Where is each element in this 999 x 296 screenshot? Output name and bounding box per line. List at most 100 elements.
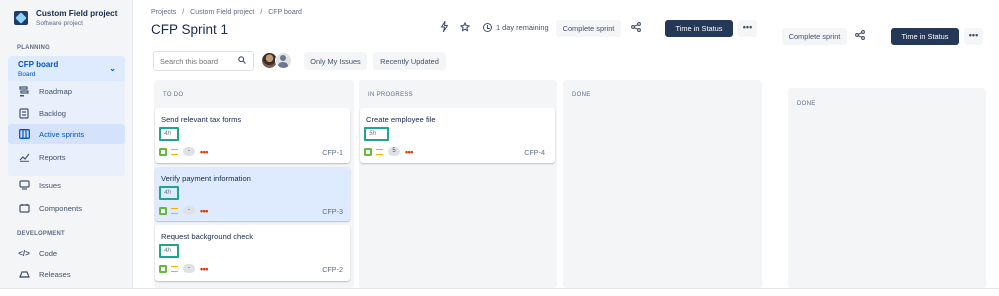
priority-medium-icon	[171, 207, 178, 214]
backlog-icon	[18, 107, 30, 119]
blocker-dots-icon: •••	[200, 205, 208, 216]
lightning-icon[interactable]	[440, 20, 449, 35]
column-title: DONE	[797, 101, 816, 107]
chevron-down-icon: ⌄	[109, 64, 116, 73]
issue-title: Create employee file	[366, 115, 436, 124]
sidebar-item-issues[interactable]: Issues	[8, 175, 125, 195]
estimate-field[interactable]: 4h	[159, 186, 179, 200]
issue-title: Send relevant tax forms	[161, 115, 242, 124]
sidebar-item-label: Reports	[39, 152, 66, 162]
column-done: DONE	[563, 80, 762, 288]
only-my-issues-filter[interactable]: Only My Issues	[304, 52, 367, 70]
project-rocket-icon	[14, 11, 28, 25]
star-icon[interactable]	[460, 21, 470, 35]
project-header[interactable]: Custom Field project Software project	[14, 9, 117, 28]
sidebar: Custom Field project Software project PL…	[0, 0, 133, 288]
more-actions-button-secondary[interactable]: •••	[964, 28, 983, 45]
breadcrumb-separator: /	[260, 9, 263, 16]
planning-section-label: PLANNING	[17, 45, 50, 51]
breadcrumb-projects[interactable]: Projects	[151, 9, 176, 16]
blocker-dots-icon: •••	[200, 263, 208, 274]
header-icons	[440, 20, 481, 35]
breadcrumb: Projects / Custom Field project / CFP bo…	[151, 9, 306, 16]
estimate-field[interactable]: 4h	[159, 244, 179, 258]
breadcrumb-board[interactable]: CFP board	[268, 9, 302, 16]
story-points-badge: -	[183, 264, 195, 273]
time-in-status-button-secondary[interactable]: Time in Status	[891, 28, 959, 45]
sidebar-item-reports[interactable]: Reports	[8, 147, 125, 167]
story-icon	[159, 147, 167, 156]
code-icon: </>	[18, 248, 30, 258]
issue-title: Verify payment information	[161, 174, 251, 183]
priority-medium-icon	[171, 265, 178, 272]
development-section-label: DEVELOPMENT	[17, 231, 65, 237]
column-title: TO DO	[163, 92, 184, 98]
column-done-secondary: DONE	[788, 88, 986, 288]
releases-icon	[18, 268, 30, 280]
bottom-divider	[0, 288, 999, 289]
remaining-text: 1 day remaining	[496, 23, 549, 32]
complete-sprint-button[interactable]: Complete sprint	[556, 20, 621, 37]
sidebar-item-active-sprints[interactable]: Active sprints	[8, 124, 125, 144]
column-title: IN PROGRESS	[368, 92, 413, 98]
search-icon	[238, 56, 246, 64]
sidebar-item-code[interactable]: </> Code	[8, 243, 125, 263]
blocker-dots-icon: •••	[200, 146, 208, 157]
sidebar-item-label: Active sprints	[39, 129, 85, 139]
more-actions-button[interactable]: •••	[738, 20, 757, 37]
issue-card[interactable]: Create employee file 5h 5 ••• CFP-4	[360, 108, 555, 163]
components-icon	[18, 202, 30, 214]
clock-icon	[483, 23, 492, 32]
sidebar-item-label: Components	[39, 203, 83, 213]
sidebar-item-backlog[interactable]: Backlog	[8, 103, 125, 123]
issue-key[interactable]: CFP-1	[322, 148, 343, 157]
breadcrumb-project[interactable]: Custom Field project	[190, 9, 254, 16]
story-points-badge: -	[183, 206, 195, 215]
issue-card[interactable]: Send relevant tax forms 4h - ••• CFP-1	[155, 108, 350, 163]
story-icon	[159, 264, 167, 273]
story-points-badge: 5	[388, 147, 400, 156]
story-icon	[159, 206, 167, 215]
sidebar-item-roadmap[interactable]: Roadmap	[8, 81, 125, 101]
estimate-field[interactable]: 5h	[364, 127, 389, 141]
board-columns-icon	[18, 128, 30, 140]
project-type: Software project	[36, 20, 83, 27]
card-footer: - •••	[159, 147, 208, 156]
sidebar-item-label: Releases	[39, 269, 71, 279]
story-points-badge: -	[183, 147, 195, 156]
issue-card[interactable]: Request background check 4h - ••• CFP-2	[155, 225, 350, 281]
sprint-remaining: 1 day remaining	[483, 23, 549, 32]
project-name: Custom Field project	[36, 9, 118, 18]
issues-icon	[18, 179, 30, 191]
issue-key[interactable]: CFP-3	[322, 207, 343, 216]
sidebar-item-releases[interactable]: Releases	[8, 264, 125, 284]
priority-medium-icon	[376, 148, 383, 155]
sidebar-item-label: Code	[39, 248, 58, 258]
share-icon[interactable]	[855, 30, 865, 43]
board-selector[interactable]: CFP board Board ⌄	[8, 56, 125, 82]
estimate-field[interactable]: 4h	[159, 127, 179, 141]
card-footer: - •••	[159, 206, 208, 215]
sidebar-item-label: Roadmap	[39, 86, 72, 96]
reports-icon	[18, 151, 30, 163]
page-title: CFP Sprint 1	[151, 22, 229, 37]
issue-key[interactable]: CFP-2	[322, 265, 343, 274]
story-icon	[364, 147, 372, 156]
issue-key[interactable]: CFP-4	[524, 148, 545, 157]
blocker-dots-icon: •••	[405, 146, 413, 157]
column-title: DONE	[572, 92, 591, 98]
sidebar-item-label: Backlog	[39, 108, 67, 118]
time-in-status-button[interactable]: Time in Status	[665, 20, 733, 37]
sidebar-item-label: Issues	[39, 180, 61, 190]
issue-card[interactable]: Verify payment information 4h - ••• CFP-…	[155, 167, 350, 221]
breadcrumb-separator: /	[182, 9, 185, 16]
issue-title: Request background check	[161, 232, 254, 241]
avatar-unassigned[interactable]	[275, 52, 292, 69]
card-footer: - •••	[159, 264, 208, 273]
recently-updated-filter[interactable]: Recently Updated	[373, 52, 446, 70]
share-icon[interactable]	[631, 22, 641, 35]
roadmap-icon	[18, 85, 30, 97]
sidebar-item-components[interactable]: Components	[8, 198, 125, 218]
complete-sprint-button-secondary[interactable]: Complete sprint	[782, 28, 847, 45]
priority-medium-icon	[171, 148, 178, 155]
